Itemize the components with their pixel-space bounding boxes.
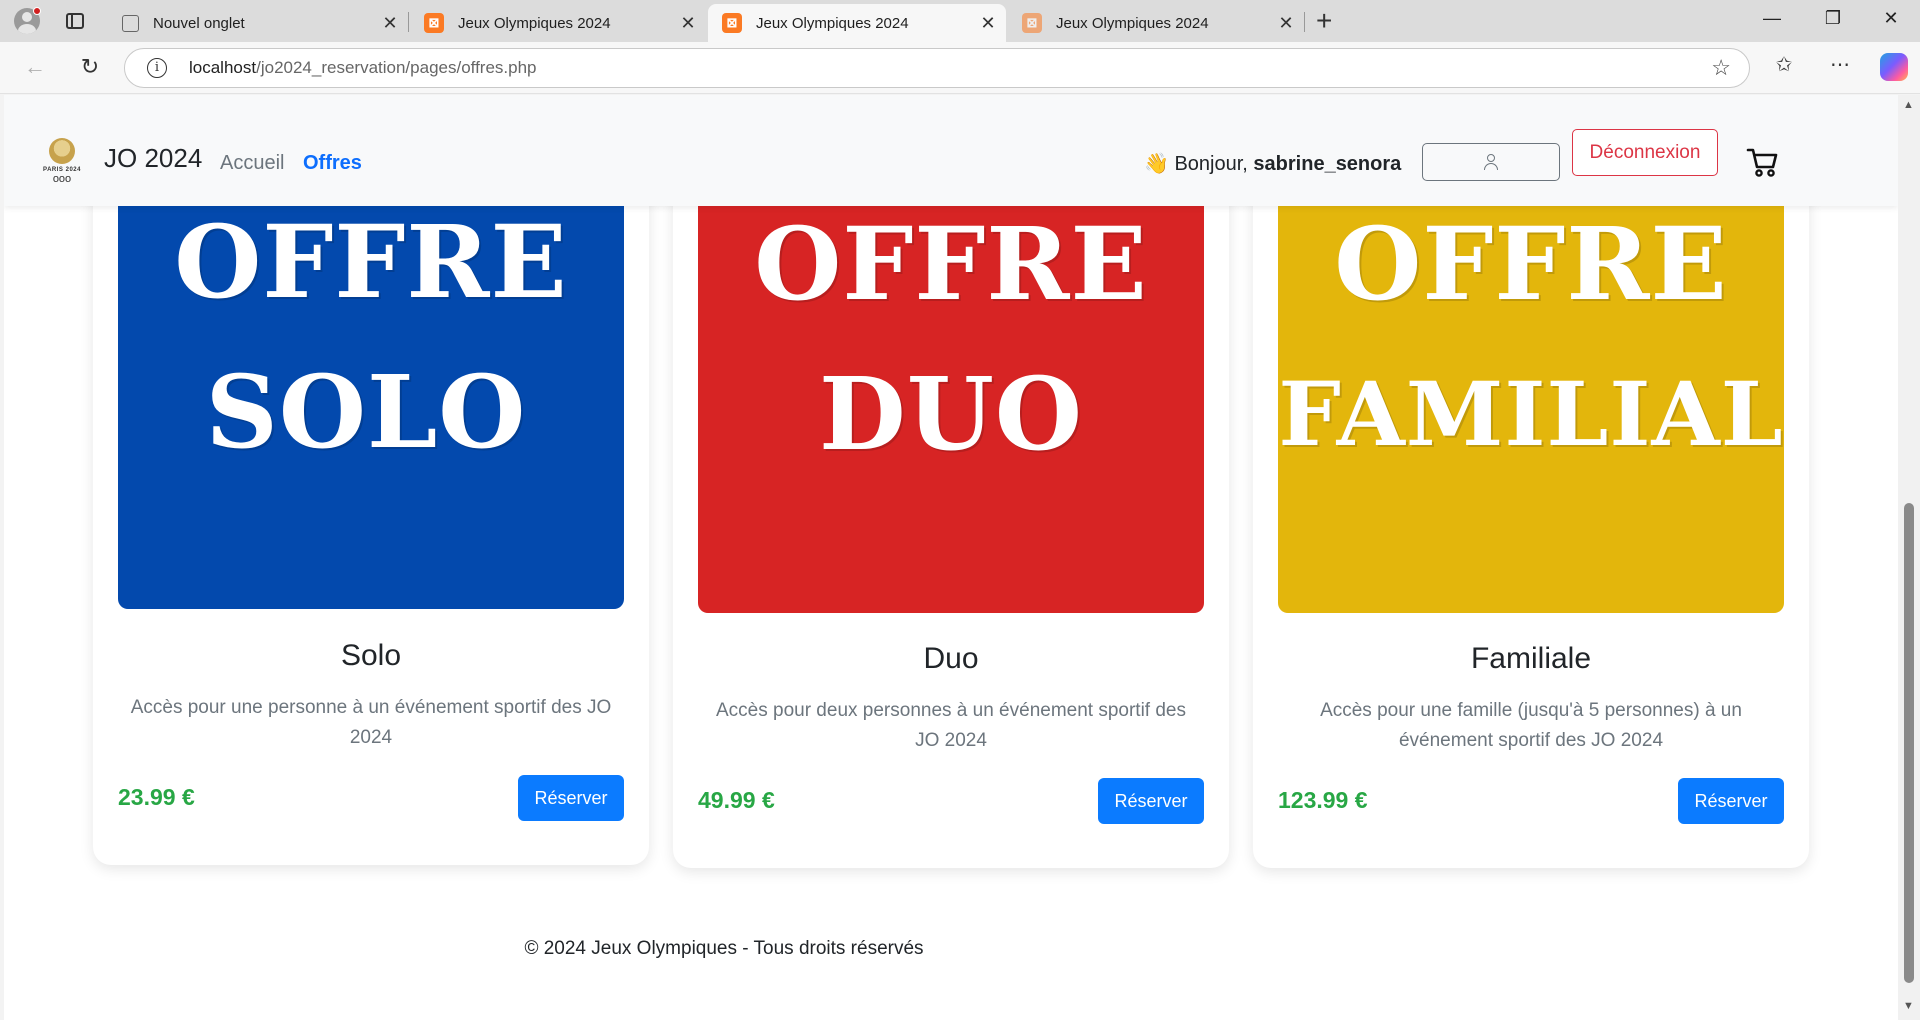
- tab-jeux-olympiques-3[interactable]: ⊠ Jeux Olympiques 2024 ✕: [1008, 4, 1304, 42]
- browser-tab-bar: Nouvel onglet ✕ ⊠ Jeux Olympiques 2024 ✕…: [0, 0, 1920, 42]
- tab-nouvel-onglet[interactable]: Nouvel onglet ✕: [108, 4, 408, 42]
- logout-button[interactable]: Déconnexion: [1572, 129, 1718, 176]
- back-arrow-icon[interactable]: ←: [20, 54, 50, 80]
- scroll-up-arrow-icon[interactable]: ▲: [1903, 99, 1914, 111]
- offer-image-line1: OFFRE: [754, 205, 1148, 323]
- username: sabrine_senora: [1253, 153, 1402, 175]
- offer-title: Familiale: [1470, 642, 1592, 675]
- close-tab-icon[interactable]: ✕: [378, 13, 402, 34]
- offer-card-solo: OFFRE SOLO Solo Accès pour une personne …: [93, 95, 649, 865]
- profile-button[interactable]: [1422, 143, 1560, 181]
- reserve-button-solo[interactable]: Réserver: [518, 775, 624, 821]
- nav-link-accueil[interactable]: Accueil: [220, 152, 284, 175]
- user-greeting: 👋 Bonjour, sabrine_senora: [1144, 151, 1401, 176]
- greeting-text: Bonjour,: [1174, 153, 1248, 175]
- page-viewport: OFFRE SOLO Solo Accès pour une personne …: [4, 95, 1898, 1020]
- url-text[interactable]: localhost/jo2024_reservation/pages/offre…: [189, 58, 1711, 78]
- offer-price: 23.99 €: [118, 784, 195, 810]
- profile-avatar-icon[interactable]: [12, 7, 42, 35]
- close-tab-icon[interactable]: ✕: [1274, 13, 1298, 34]
- offer-image-line1: OFFRE: [174, 203, 568, 321]
- olympic-flame-icon: [49, 138, 75, 164]
- paris-2024-logo[interactable]: PARIS 2024 ooo: [35, 138, 89, 194]
- offer-image-line2: FAMILIAL: [1278, 362, 1784, 466]
- offer-image-line2: SOLO: [205, 353, 527, 471]
- offer-image-line1: OFFRE: [1334, 205, 1728, 323]
- offer-price: 123.99 €: [1278, 787, 1368, 813]
- site-navbar: PARIS 2024 ooo JO 2024 Accueil Offres 👋 …: [4, 95, 1898, 206]
- copilot-icon[interactable]: [1880, 53, 1908, 81]
- tab-title: Jeux Olympiques 2024: [458, 14, 611, 32]
- browser-toolbar: ← ↻ i localhost/jo2024_reservation/pages…: [0, 42, 1920, 94]
- footer-copyright: © 2024 Jeux Olympiques - Tous droits rés…: [524, 938, 924, 959]
- tab-title: Jeux Olympiques 2024: [756, 14, 909, 32]
- offer-price: 49.99 €: [698, 787, 775, 813]
- offer-card-duo: OFFRE DUO Duo Accès pour deux personnes …: [673, 95, 1229, 868]
- offer-description: Accès pour une personne à un événement s…: [130, 697, 612, 748]
- xampp-favicon-icon: ⊠: [722, 13, 742, 33]
- xampp-favicon-icon: ⊠: [1022, 13, 1042, 33]
- scroll-down-arrow-icon[interactable]: ▼: [1903, 1000, 1914, 1012]
- offer-card-familial: OFFRE FAMILIAL Familiale Accès pour une …: [1253, 95, 1809, 868]
- offer-title: Duo: [923, 642, 979, 675]
- wave-emoji-icon: 👋: [1144, 153, 1169, 175]
- close-tab-icon[interactable]: ✕: [676, 13, 700, 34]
- new-tab-page-icon: [122, 14, 139, 32]
- address-bar[interactable]: i localhost/jo2024_reservation/pages/off…: [124, 48, 1750, 88]
- olympic-rings-icon: ooo: [52, 173, 72, 185]
- url-path: /jo2024_reservation/pages/offres.php: [256, 58, 537, 77]
- site-brand[interactable]: JO 2024: [104, 143, 202, 174]
- reserve-button-duo[interactable]: Réserver: [1098, 778, 1204, 824]
- reload-icon[interactable]: ↻: [75, 54, 105, 80]
- tab-divider: [408, 12, 409, 32]
- offer-title: Solo: [340, 639, 402, 672]
- footer: © 2024 Jeux Olympiques - Tous droits rés…: [4, 938, 1898, 960]
- favorite-star-icon[interactable]: ☆: [1711, 55, 1731, 81]
- tab-actions-icon[interactable]: [60, 7, 90, 35]
- cart-icon[interactable]: [1746, 145, 1780, 179]
- nav-link-offres[interactable]: Offres: [303, 152, 362, 175]
- offer-description: Accès pour une famille (jusqu'à 5 person…: [1320, 700, 1742, 751]
- more-options-icon[interactable]: ⋯: [1824, 52, 1856, 77]
- person-icon: [1484, 154, 1498, 170]
- tab-divider: [1304, 12, 1305, 32]
- tab-title: Jeux Olympiques 2024: [1056, 14, 1209, 32]
- url-host: localhost: [189, 58, 257, 77]
- reserve-button-familial[interactable]: Réserver: [1678, 778, 1784, 824]
- xampp-favicon-icon: ⊠: [424, 13, 444, 33]
- minimize-icon[interactable]: —: [1757, 8, 1787, 29]
- window-close-icon[interactable]: ✕: [1876, 8, 1906, 29]
- tab-title: Nouvel onglet: [153, 14, 245, 32]
- restore-icon[interactable]: ❐: [1818, 8, 1848, 29]
- new-tab-plus-icon[interactable]: +: [1316, 6, 1332, 36]
- favorites-list-icon[interactable]: ✩: [1768, 52, 1800, 77]
- tab-jeux-olympiques-1[interactable]: ⊠ Jeux Olympiques 2024 ✕: [410, 4, 706, 42]
- vertical-scrollbar[interactable]: ▲ ▼: [1898, 95, 1920, 1020]
- offer-image-line2: DUO: [818, 355, 1084, 473]
- close-tab-icon[interactable]: ✕: [976, 13, 1000, 34]
- site-info-icon[interactable]: i: [147, 58, 167, 78]
- offer-description: Accès pour deux personnes à un événement…: [715, 700, 1186, 751]
- tab-jeux-olympiques-active[interactable]: ⊠ Jeux Olympiques 2024 ✕: [708, 4, 1006, 42]
- scrollbar-thumb[interactable]: [1904, 503, 1914, 983]
